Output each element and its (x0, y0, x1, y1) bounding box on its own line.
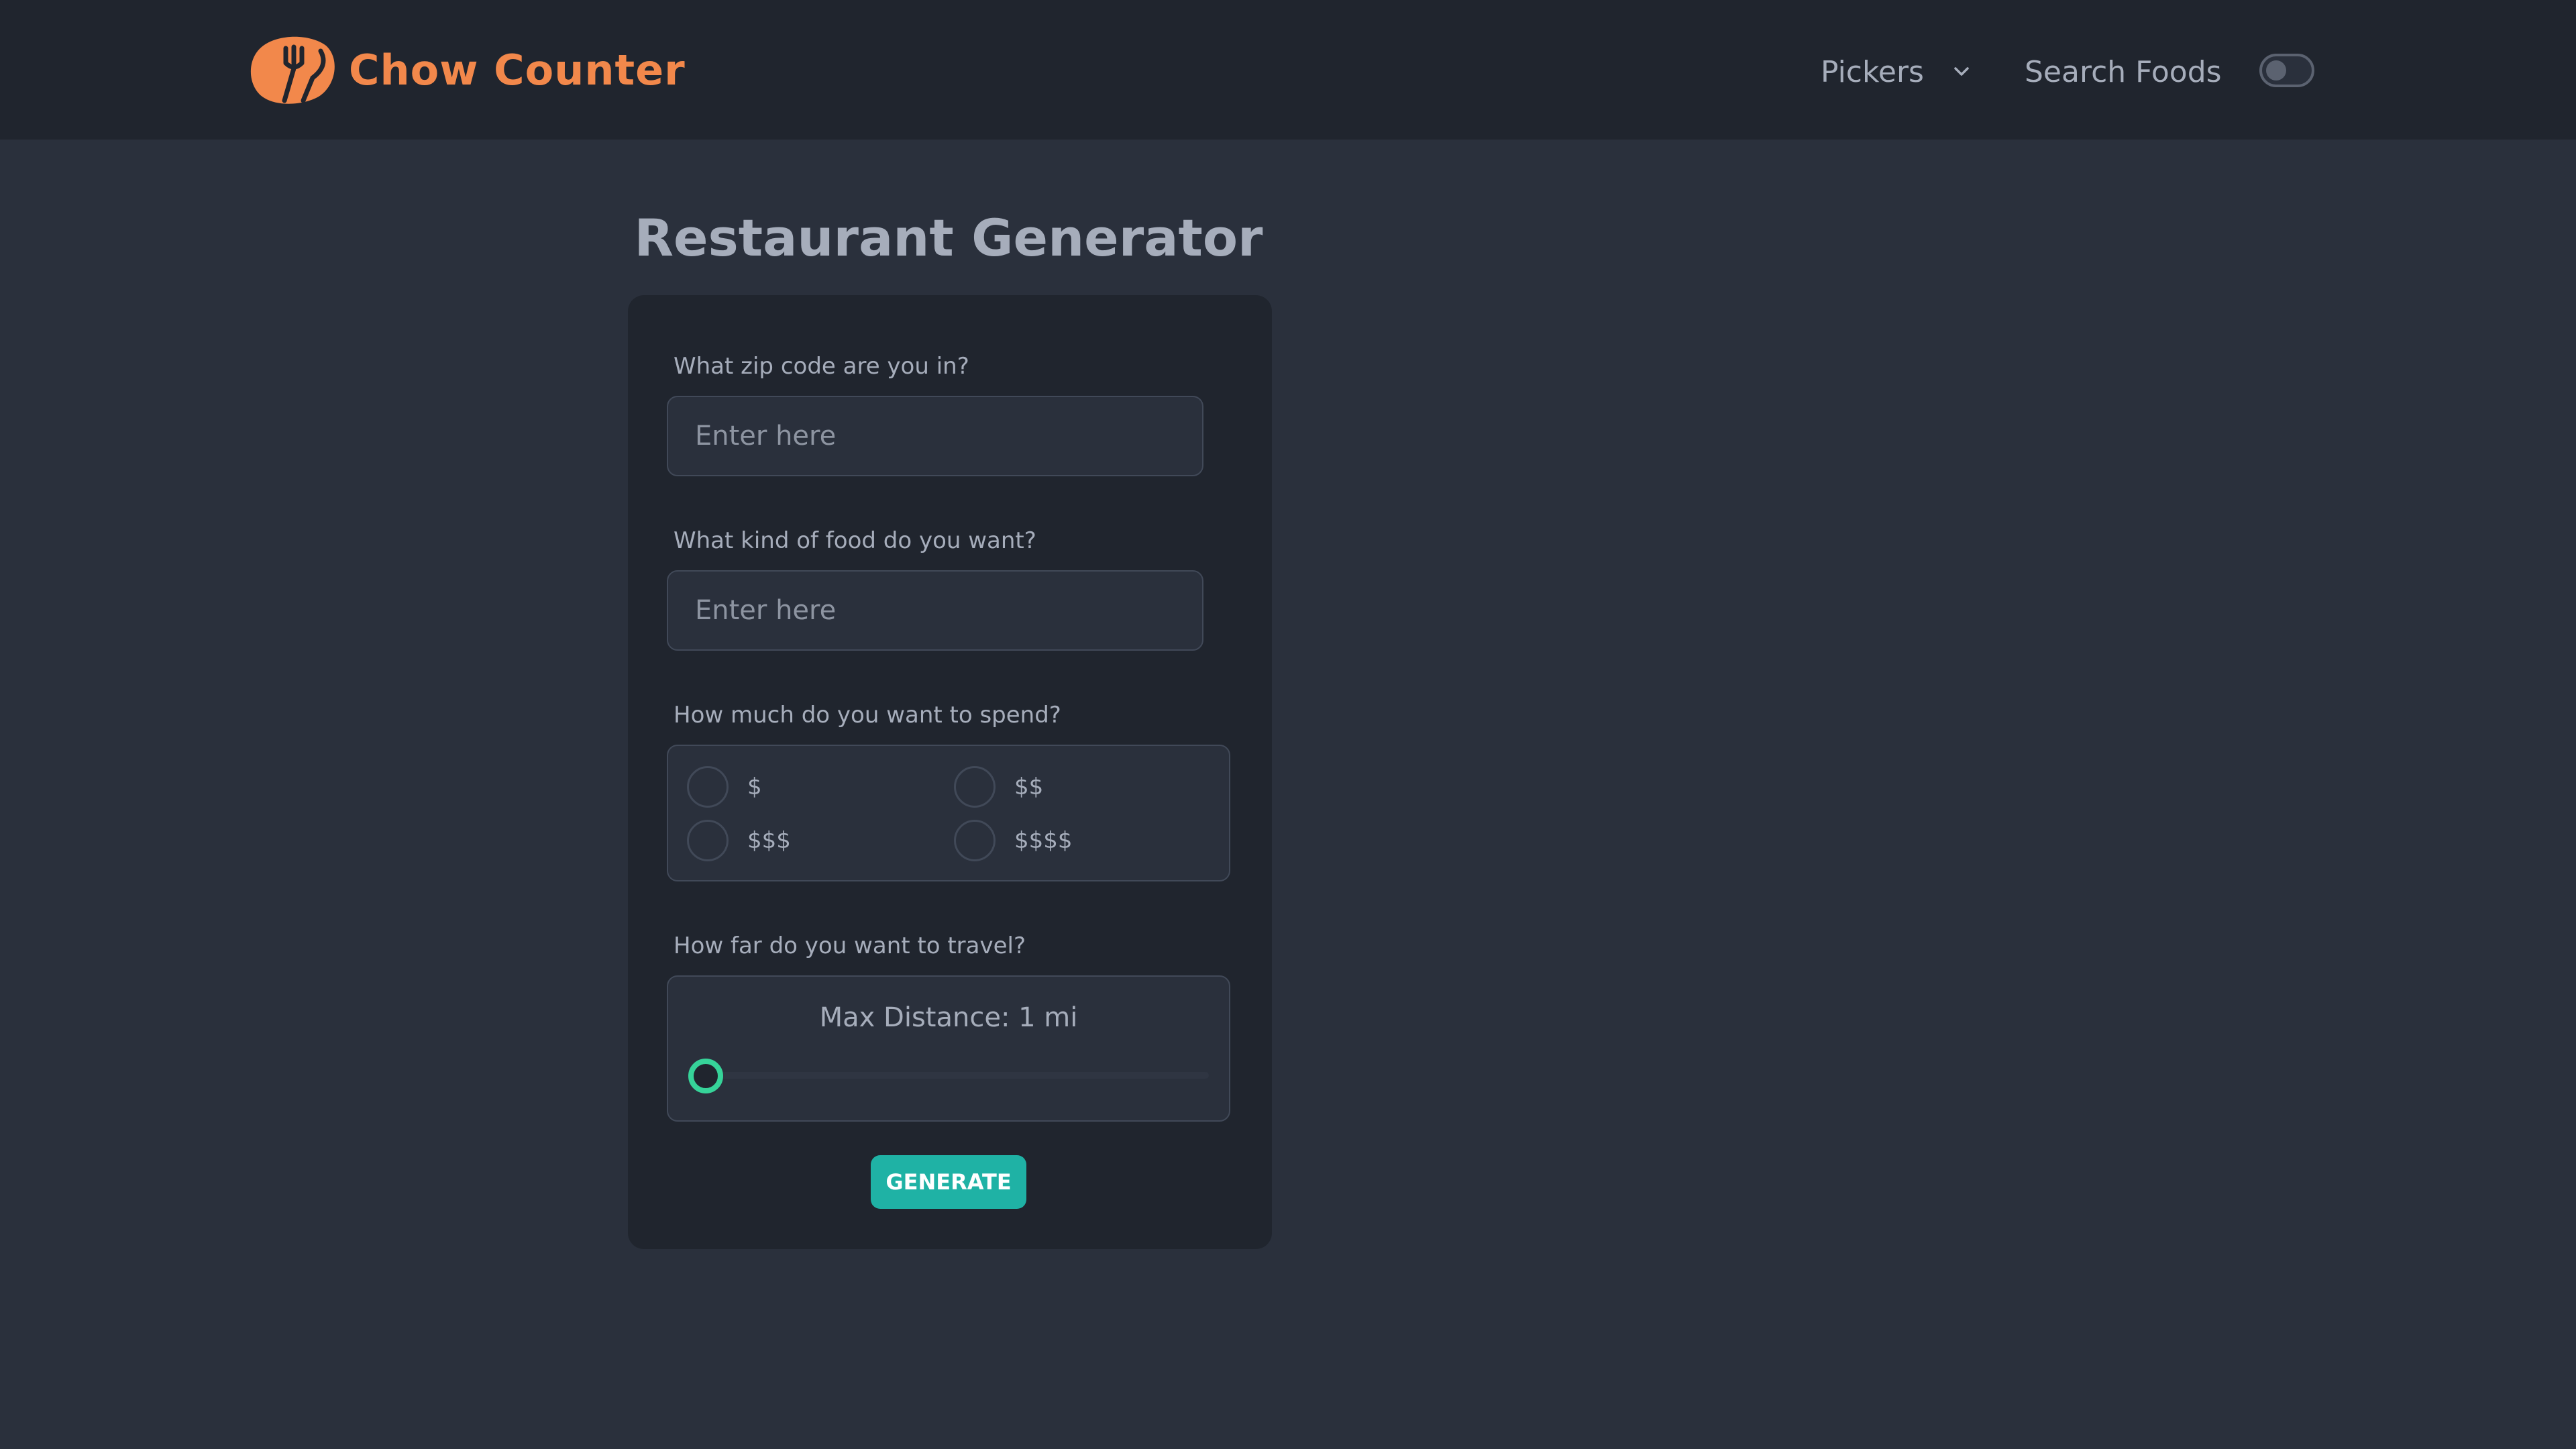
price-option-2[interactable]: $$ (954, 766, 1043, 808)
generate-button[interactable]: Generate (871, 1155, 1026, 1209)
distance-label: How far do you want to travel? (674, 932, 1026, 959)
pickers-label: Pickers (1821, 54, 1924, 89)
price-option-label: $$$ (747, 827, 791, 854)
radio-button[interactable] (687, 766, 729, 808)
price-radio-group: $ $$ $$$ $$$$ (667, 745, 1230, 881)
price-option-3[interactable]: $$$ (687, 820, 791, 861)
food-label: What kind of food do you want? (674, 527, 1036, 554)
page-title: Restaurant Generator (634, 208, 1263, 268)
price-option-1[interactable]: $ (687, 766, 762, 808)
price-option-label: $ (747, 773, 762, 800)
zip-label: What zip code are you in? (674, 353, 969, 380)
distance-slider-track[interactable] (706, 1072, 1209, 1079)
food-type-input[interactable] (667, 570, 1203, 651)
distance-slider-box: Max Distance: 1 mi (667, 975, 1230, 1122)
theme-toggle[interactable] (2259, 54, 2314, 87)
toggle-knob (2266, 60, 2286, 80)
radio-button[interactable] (687, 820, 729, 861)
price-option-label: $$ (1014, 773, 1044, 800)
pickers-dropdown[interactable]: Pickers (1821, 51, 1972, 93)
price-option-label: $$$$ (1014, 827, 1073, 854)
logo[interactable]: Chow Counter (246, 31, 686, 109)
search-foods-label: Search Foods (2025, 54, 2222, 89)
chow-counter-logo-icon (250, 36, 335, 104)
restaurant-form-card: What zip code are you in? What kind of f… (628, 295, 1272, 1249)
spend-label: How much do you want to spend? (674, 702, 1061, 729)
radio-button[interactable] (954, 820, 996, 861)
radio-button[interactable] (954, 766, 996, 808)
brand-name: Chow Counter (349, 45, 686, 95)
distance-slider-thumb[interactable] (688, 1059, 723, 1093)
navbar: Chow Counter Pickers Search Foods (0, 0, 2576, 140)
price-option-4[interactable]: $$$$ (954, 820, 1073, 861)
chevron-down-icon (1954, 67, 1969, 76)
max-distance-caption: Max Distance: 1 mi (819, 1002, 1078, 1033)
search-foods-link[interactable]: Search Foods (2025, 51, 2222, 93)
zip-code-input[interactable] (667, 396, 1203, 476)
